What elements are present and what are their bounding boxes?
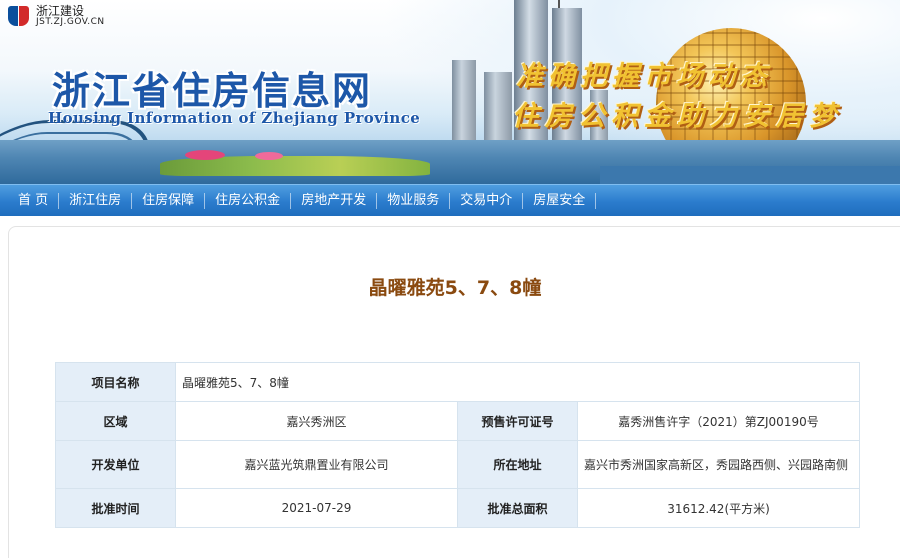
approved-area-value: 31612.42(平方米) bbox=[577, 488, 860, 528]
project-name-value: 晶曜雅苑5、7、8幢 bbox=[175, 362, 860, 402]
content-panel: 晶曜雅苑5、7、8幢 项目名称 晶曜雅苑5、7、8幢 区域 嘉兴秀洲区 预售许可… bbox=[8, 226, 900, 558]
approval-date-label: 批准时间 bbox=[55, 488, 176, 528]
approval-date-value: 2021-07-29 bbox=[175, 488, 458, 528]
district-label: 区域 bbox=[55, 401, 176, 441]
nav-item-housing-fund[interactable]: 住房公积金 bbox=[205, 185, 290, 217]
logo-domain: JST.ZJ.GOV.CN bbox=[36, 16, 105, 27]
address-value: 嘉兴市秀洲国家高新区，秀园路西侧、兴园路南侧 bbox=[577, 440, 860, 489]
district-value: 嘉兴秀洲区 bbox=[175, 401, 458, 441]
table-row: 区域 嘉兴秀洲区 预售许可证号 嘉秀洲售许字（2021）第ZJ00190号 bbox=[55, 401, 860, 441]
address-label: 所在地址 bbox=[457, 440, 578, 489]
table-row: 批准时间 2021-07-29 批准总面积 31612.42(平方米) bbox=[55, 488, 860, 528]
nav-item-zhejiang-housing[interactable]: 浙江住房 bbox=[59, 185, 131, 217]
presale-license-value: 嘉秀洲售许字（2021）第ZJ00190号 bbox=[577, 401, 860, 441]
slogan-line-2: 住房公积金助力安居梦 bbox=[512, 101, 842, 132]
developer-value: 嘉兴蓝光筑鼎置业有限公司 bbox=[175, 440, 458, 489]
logo-icon bbox=[8, 4, 32, 28]
logo-name: 浙江建设 bbox=[36, 3, 85, 18]
table-row: 开发单位 嘉兴蓝光筑鼎置业有限公司 所在地址 嘉兴市秀洲国家高新区，秀园路西侧、… bbox=[55, 440, 860, 489]
approved-area-label: 批准总面积 bbox=[457, 488, 578, 528]
project-info-table: 项目名称 晶曜雅苑5、7、8幢 区域 嘉兴秀洲区 预售许可证号 嘉秀洲售许字（2… bbox=[55, 362, 860, 528]
nav-item-housing-security[interactable]: 住房保障 bbox=[132, 185, 204, 217]
slogan-line-1: 准确把握市场动态 bbox=[516, 61, 772, 92]
building-illustration bbox=[484, 72, 512, 150]
building-illustration bbox=[452, 60, 476, 150]
main-nav: 首 页 浙江住房 住房保障 住房公积金 房地产开发 物业服务 交易中介 房屋安全 bbox=[0, 184, 900, 216]
presale-license-label: 预售许可证号 bbox=[457, 401, 578, 441]
developer-label: 开发单位 bbox=[55, 440, 176, 489]
page-title: 晶曜雅苑5、7、8幢 bbox=[368, 277, 542, 299]
table-row: 项目名称 晶曜雅苑5、7、8幢 bbox=[55, 362, 860, 402]
site-title: 浙江省住房信息网 bbox=[52, 69, 373, 113]
nav-item-house-safety[interactable]: 房屋安全 bbox=[523, 185, 595, 217]
nav-item-real-estate-development[interactable]: 房地产开发 bbox=[291, 185, 376, 217]
nav-item-property-service[interactable]: 物业服务 bbox=[377, 185, 449, 217]
site-logo[interactable]: 浙江建设 JST.ZJ.GOV.CN bbox=[8, 4, 105, 28]
header-banner: 浙江建设 JST.ZJ.GOV.CN 浙江省住房信息网 Housing Info… bbox=[0, 0, 900, 184]
site-subtitle: Housing Information of Zhejiang Province bbox=[48, 109, 421, 127]
nav-item-home[interactable]: 首 页 bbox=[8, 185, 58, 217]
logo-text: 浙江建设 JST.ZJ.GOV.CN bbox=[36, 5, 105, 27]
nav-divider bbox=[595, 192, 597, 209]
banner-water bbox=[600, 166, 900, 184]
banner-flowers bbox=[255, 152, 283, 160]
nav-item-transaction-agency[interactable]: 交易中介 bbox=[450, 185, 522, 217]
banner-flowers bbox=[185, 150, 225, 160]
project-name-label: 项目名称 bbox=[55, 362, 176, 402]
